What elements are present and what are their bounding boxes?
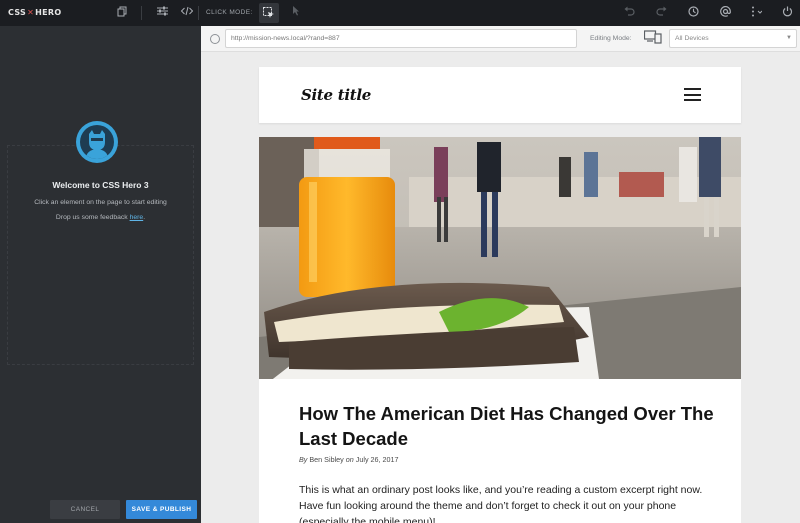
post-byline: By Ben Sibley on July 26, 2017 (299, 455, 399, 464)
css-hero-logo: CSS✕HERO (8, 8, 61, 17)
logo-text-right: HERO (35, 8, 62, 17)
cancel-button[interactable]: CANCEL (50, 500, 120, 519)
avatar (76, 121, 118, 163)
feedback-text: Drop us some feedback here. (0, 214, 201, 221)
featured-image[interactable] (259, 137, 741, 379)
code-icon[interactable] (180, 6, 194, 20)
devices-icon[interactable] (643, 30, 664, 47)
feedback-suffix: . (143, 214, 146, 221)
hero-avatar-icon (80, 125, 114, 159)
at-icon[interactable] (718, 6, 732, 20)
welcome-instructions: Click an element on the page to start ed… (34, 199, 167, 206)
byline-on: on (345, 455, 354, 464)
welcome-title: Welcome to CSS Hero 3 (52, 180, 149, 190)
undo-icon[interactable] (622, 6, 636, 20)
device-select[interactable]: All Devices ▼ (669, 29, 797, 48)
sliders-icon[interactable] (155, 6, 169, 20)
select-element-icon (263, 7, 274, 18)
save-publish-button[interactable]: SAVE & PUBLISH (126, 500, 197, 519)
post-date[interactable]: July 26, 2017 (356, 455, 399, 464)
toolbar-divider (141, 6, 142, 20)
pointer-icon[interactable] (289, 6, 303, 20)
site-status-icon (210, 34, 220, 44)
feedback-link[interactable]: here (130, 214, 144, 221)
more-icon[interactable] (749, 6, 763, 20)
click-mode-label: CLICK MODE: (206, 9, 253, 16)
logo-text-left: CSS (8, 8, 27, 17)
welcome-panel (7, 145, 194, 365)
copy-icon[interactable] (115, 6, 129, 20)
site-header[interactable]: Site title (259, 67, 741, 123)
menu-icon[interactable] (684, 88, 701, 101)
history-icon[interactable] (686, 6, 700, 20)
site-title[interactable]: Site title (301, 86, 371, 104)
byline-by: By (299, 455, 308, 464)
select-element-button[interactable] (259, 3, 279, 23)
device-select-value: All Devices (675, 35, 709, 42)
editing-mode-label: Editing Mode: (590, 35, 632, 42)
feedback-prefix: Drop us some feedback (55, 214, 130, 221)
post-card: How The American Diet Has Changed Over T… (259, 379, 741, 523)
top-toolbar: CSS✕HERO CLICK MODE: (0, 0, 800, 26)
url-input[interactable]: http://mission-news.local/?rand=887 (225, 29, 577, 48)
post-author[interactable]: Ben Sibley (309, 455, 343, 464)
post-title[interactable]: How The American Diet Has Changed Over T… (299, 401, 719, 451)
redo-icon[interactable] (654, 6, 668, 20)
chevron-down-icon: ▼ (786, 35, 792, 41)
power-icon[interactable] (780, 6, 794, 20)
toolbar-divider (198, 6, 199, 20)
url-bar: http://mission-news.local/?rand=887 Edit… (201, 26, 800, 52)
site-preview: Site title How The American Diet Has Cha… (201, 53, 800, 523)
editor-sidebar: Welcome to CSS Hero 3 Click an element o… (0, 26, 201, 523)
logo-separator: ✕ (27, 8, 35, 17)
post-excerpt: This is what an ordinary post looks like… (299, 484, 703, 523)
